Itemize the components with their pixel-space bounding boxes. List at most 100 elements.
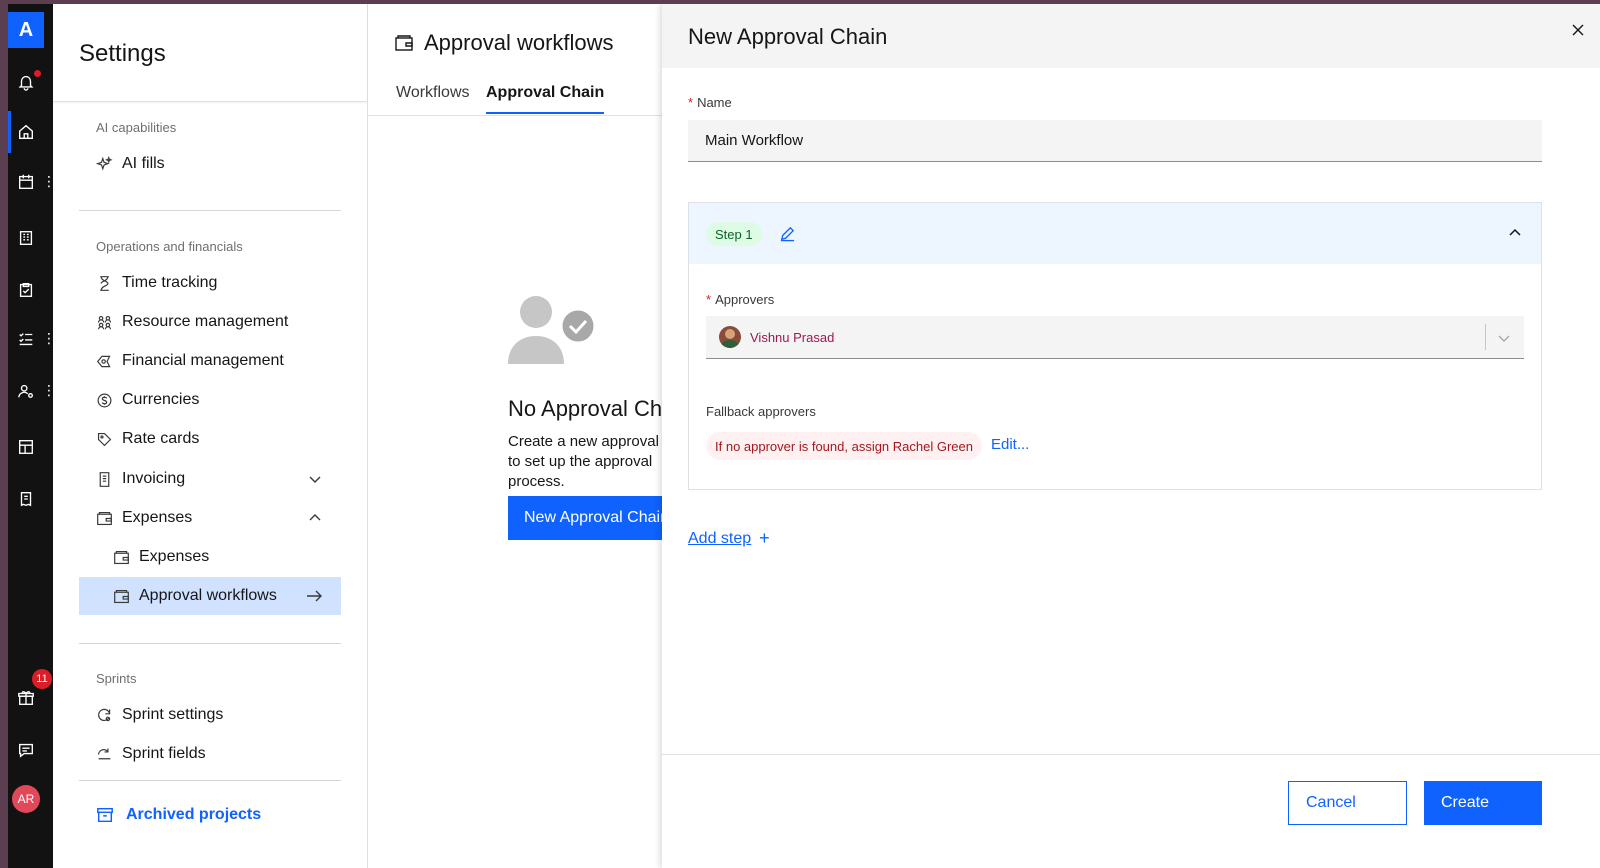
tasks-more-icon[interactable]: ⋮ xyxy=(42,331,56,345)
page-title-text: Approval workflows xyxy=(424,30,614,55)
home-icon[interactable] xyxy=(16,122,36,142)
wallet-icon xyxy=(113,549,139,566)
tab-workflows[interactable]: Workflows xyxy=(396,84,470,112)
currency-icon xyxy=(96,392,122,409)
sidebar-item-label: Expenses xyxy=(139,548,210,565)
app-rail: A ⋮ ⋮ ⋮ 11 AR xyxy=(8,4,56,868)
chevron-down-icon[interactable] xyxy=(1496,330,1512,346)
step-header[interactable]: Step 1 xyxy=(689,203,1541,264)
approvers-select[interactable]: Vishnu Prasad xyxy=(706,316,1524,359)
sidebar-item-label: AI fills xyxy=(122,155,165,172)
users-check-illustration-icon xyxy=(508,296,597,364)
arrow-right-icon xyxy=(307,590,322,602)
settings-sidebar: Settings AI capabilities AI fills Operat… xyxy=(53,4,368,868)
sidebar-item-expenses-sub[interactable]: Expenses xyxy=(79,538,341,576)
archived-projects-link[interactable]: Archived projects xyxy=(79,800,261,830)
new-approval-chain-button[interactable]: New Approval Chain xyxy=(508,496,685,540)
sidebar-item-sprint-fields[interactable]: Sprint fields xyxy=(79,735,341,773)
calendar-icon[interactable] xyxy=(16,172,36,192)
panel-footer-divider xyxy=(662,754,1600,755)
finance-icon xyxy=(96,353,122,370)
section-label-ops: Operations and financials xyxy=(96,239,243,254)
archive-icon xyxy=(96,806,126,824)
user-avatar[interactable]: AR xyxy=(12,785,40,813)
sidebar-item-currencies[interactable]: Currencies xyxy=(79,381,341,419)
archived-projects-label: Archived projects xyxy=(126,806,262,823)
edit-pencil-icon[interactable] xyxy=(779,225,796,242)
section-divider xyxy=(79,780,341,781)
fallback-approvers-label: Fallback approvers xyxy=(706,404,816,419)
sidebar-item-time-tracking[interactable]: Time tracking xyxy=(79,264,341,302)
app-window: A ⋮ ⋮ ⋮ 11 AR Settings AI capabilities A… xyxy=(8,4,1600,868)
select-divider xyxy=(1485,324,1486,350)
sidebar-item-label: Sprint fields xyxy=(122,745,206,762)
section-divider xyxy=(79,210,341,211)
sidebar-item-expenses[interactable]: Expenses xyxy=(79,499,341,537)
name-input[interactable]: Main Workflow xyxy=(688,120,1542,162)
section-label-ai: AI capabilities xyxy=(96,120,177,135)
panel-header: New Approval Chain xyxy=(662,4,1600,68)
sidebar-item-sprint-settings[interactable]: Sprint settings xyxy=(79,696,341,734)
wallet-icon xyxy=(395,35,413,51)
fallback-approver-tag: If no approver is found, assign Rachel G… xyxy=(706,432,982,460)
sidebar-item-label: Financial management xyxy=(122,352,284,369)
sidebar-item-financial-management[interactable]: Financial management xyxy=(79,342,341,380)
sparkle-icon xyxy=(96,155,122,173)
tab-bar: Workflows Approval Chain xyxy=(368,74,668,116)
approver-name: Vishnu Prasad xyxy=(750,329,835,345)
name-field-label: * Name xyxy=(688,95,732,110)
add-step-link[interactable]: Add step + xyxy=(688,528,770,549)
building-icon[interactable] xyxy=(16,228,36,248)
sprint-fields-icon xyxy=(96,746,122,763)
create-button[interactable]: Create xyxy=(1424,781,1542,825)
plus-icon: + xyxy=(759,528,770,548)
notification-dot xyxy=(33,69,42,78)
page-title: Approval workflows xyxy=(394,30,614,56)
calendar-more-icon[interactable]: ⋮ xyxy=(42,174,56,188)
chat-icon[interactable] xyxy=(16,740,36,760)
rail-active-indicator xyxy=(8,111,11,153)
chevron-up-icon[interactable] xyxy=(1507,225,1523,241)
layout-icon[interactable] xyxy=(16,437,36,457)
sidebar-header: Settings xyxy=(53,4,367,102)
task-list-icon[interactable] xyxy=(16,329,36,349)
section-divider xyxy=(79,643,341,644)
add-step-label: Add step xyxy=(688,529,752,547)
hourglass-icon xyxy=(96,275,122,292)
user-settings-icon[interactable] xyxy=(16,381,36,401)
receipt-icon[interactable] xyxy=(16,489,36,509)
sidebar-item-rate-cards[interactable]: Rate cards xyxy=(79,420,341,458)
sidebar-item-label: Invoicing xyxy=(122,470,186,487)
app-logo[interactable]: A xyxy=(8,12,44,48)
panel-title: New Approval Chain xyxy=(688,24,888,49)
chevron-down-icon[interactable] xyxy=(307,471,323,487)
users-more-icon[interactable]: ⋮ xyxy=(42,383,56,397)
sidebar-item-invoicing[interactable]: Invoicing xyxy=(79,460,341,498)
edit-fallback-link[interactable]: Edit... xyxy=(991,436,1029,453)
clipboard-check-icon[interactable] xyxy=(16,280,36,300)
step-tag: Step 1 xyxy=(706,222,762,246)
notification-count-badge: 11 xyxy=(32,669,52,689)
sidebar-title: Settings xyxy=(79,40,166,67)
sidebar-item-ai-fills[interactable]: AI fills xyxy=(79,145,341,183)
step-card: Step 1 * Approvers Vishnu Prasad Fallback… xyxy=(688,202,1542,490)
sidebar-item-resource-management[interactable]: Resource management xyxy=(79,303,341,341)
gift-icon[interactable] xyxy=(16,688,36,708)
document-icon xyxy=(96,471,122,488)
sidebar-item-label: Sprint settings xyxy=(122,706,224,723)
main-content: Approval workflows Workflows Approval Ch… xyxy=(368,4,702,868)
sidebar-item-label: Resource management xyxy=(122,313,289,330)
sidebar-item-label: Currencies xyxy=(122,391,200,408)
close-icon[interactable] xyxy=(1570,22,1586,38)
sidebar-item-approval-workflows[interactable]: Approval workflows xyxy=(79,577,341,615)
cancel-button[interactable]: Cancel xyxy=(1288,781,1407,825)
new-approval-chain-panel: New Approval Chain * Name Main Workflow S… xyxy=(662,4,1600,868)
approver-avatar xyxy=(719,326,741,348)
chevron-up-icon[interactable] xyxy=(307,510,323,526)
sidebar-item-label: Expenses xyxy=(122,509,193,526)
sidebar-item-label: Approval workflows xyxy=(139,587,277,604)
section-label-sprints: Sprints xyxy=(96,671,137,686)
wallet-icon xyxy=(96,510,122,527)
approvers-label: * Approvers xyxy=(706,292,775,307)
tab-approval-chain[interactable]: Approval Chain xyxy=(486,84,605,114)
